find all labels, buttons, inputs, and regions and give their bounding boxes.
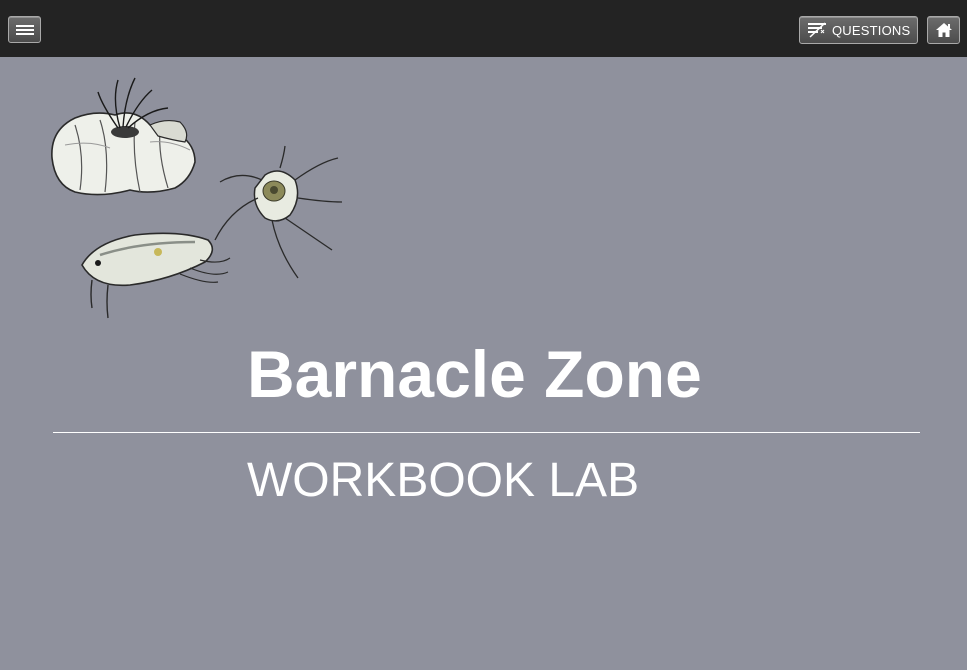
questions-icon	[808, 22, 826, 38]
cyprid-larva-drawing	[81, 232, 231, 319]
adult-barnacle-drawing	[51, 77, 196, 196]
barnacle-illustration	[51, 77, 343, 319]
menu-button[interactable]	[8, 16, 41, 43]
hamburger-menu-icon	[15, 24, 34, 35]
title-divider	[53, 432, 920, 433]
questions-button[interactable]: QUESTIONS	[799, 16, 918, 44]
top-toolbar: QUESTIONS	[0, 0, 967, 57]
page-subtitle: WORKBOOK LAB	[247, 454, 640, 507]
nauplius-larva-drawing	[214, 145, 343, 279]
page-title: Barnacle Zone	[247, 337, 702, 411]
home-button[interactable]	[927, 16, 960, 44]
home-icon	[935, 23, 952, 37]
questions-label: QUESTIONS	[832, 22, 911, 38]
